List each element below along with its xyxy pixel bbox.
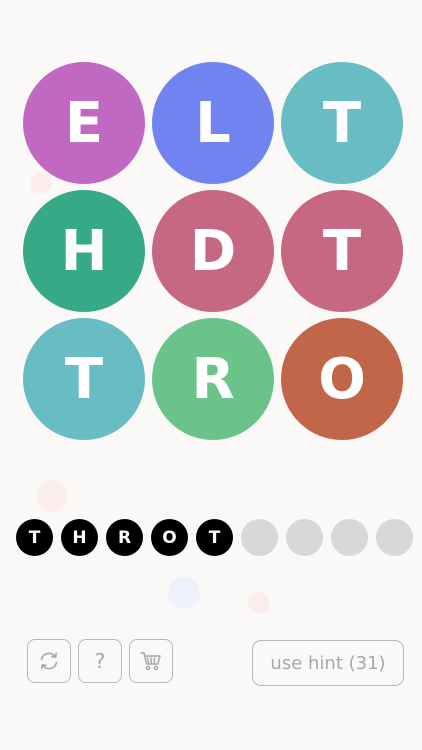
help-button[interactable]: ? (78, 639, 122, 683)
answer-slot[interactable] (331, 519, 368, 556)
letter-board: E L T H D T T R O (23, 62, 403, 440)
answer-slot[interactable]: R (106, 519, 143, 556)
answer-slot[interactable] (286, 519, 323, 556)
answer-slot[interactable]: T (16, 519, 53, 556)
answer-slot[interactable] (376, 519, 413, 556)
letter-tile[interactable]: D (152, 190, 274, 312)
letter-tile[interactable]: H (23, 190, 145, 312)
letter-tile[interactable]: E (23, 62, 145, 184)
letter-tile[interactable]: T (281, 62, 403, 184)
letter-tile[interactable]: L (152, 62, 274, 184)
answer-slot[interactable]: H (61, 519, 98, 556)
answer-slot[interactable]: O (151, 519, 188, 556)
cart-icon (140, 652, 161, 671)
refresh-icon (40, 652, 58, 670)
answer-row: T H R O T (16, 519, 413, 556)
letter-tile[interactable]: O (281, 318, 403, 440)
help-label: ? (94, 649, 106, 673)
background-dot (168, 577, 200, 609)
use-hint-button[interactable]: use hint (31) (252, 640, 404, 686)
shop-button[interactable] (129, 639, 173, 683)
answer-slot[interactable]: T (196, 519, 233, 556)
background-dot (36, 480, 68, 512)
answer-slot[interactable] (241, 519, 278, 556)
letter-tile[interactable]: T (23, 318, 145, 440)
letter-tile[interactable]: T (281, 190, 403, 312)
background-dot (248, 592, 270, 614)
shuffle-button[interactable] (27, 639, 71, 683)
letter-tile[interactable]: R (152, 318, 274, 440)
toolbar: ? (27, 639, 173, 683)
hint-label: use hint (31) (270, 652, 386, 674)
